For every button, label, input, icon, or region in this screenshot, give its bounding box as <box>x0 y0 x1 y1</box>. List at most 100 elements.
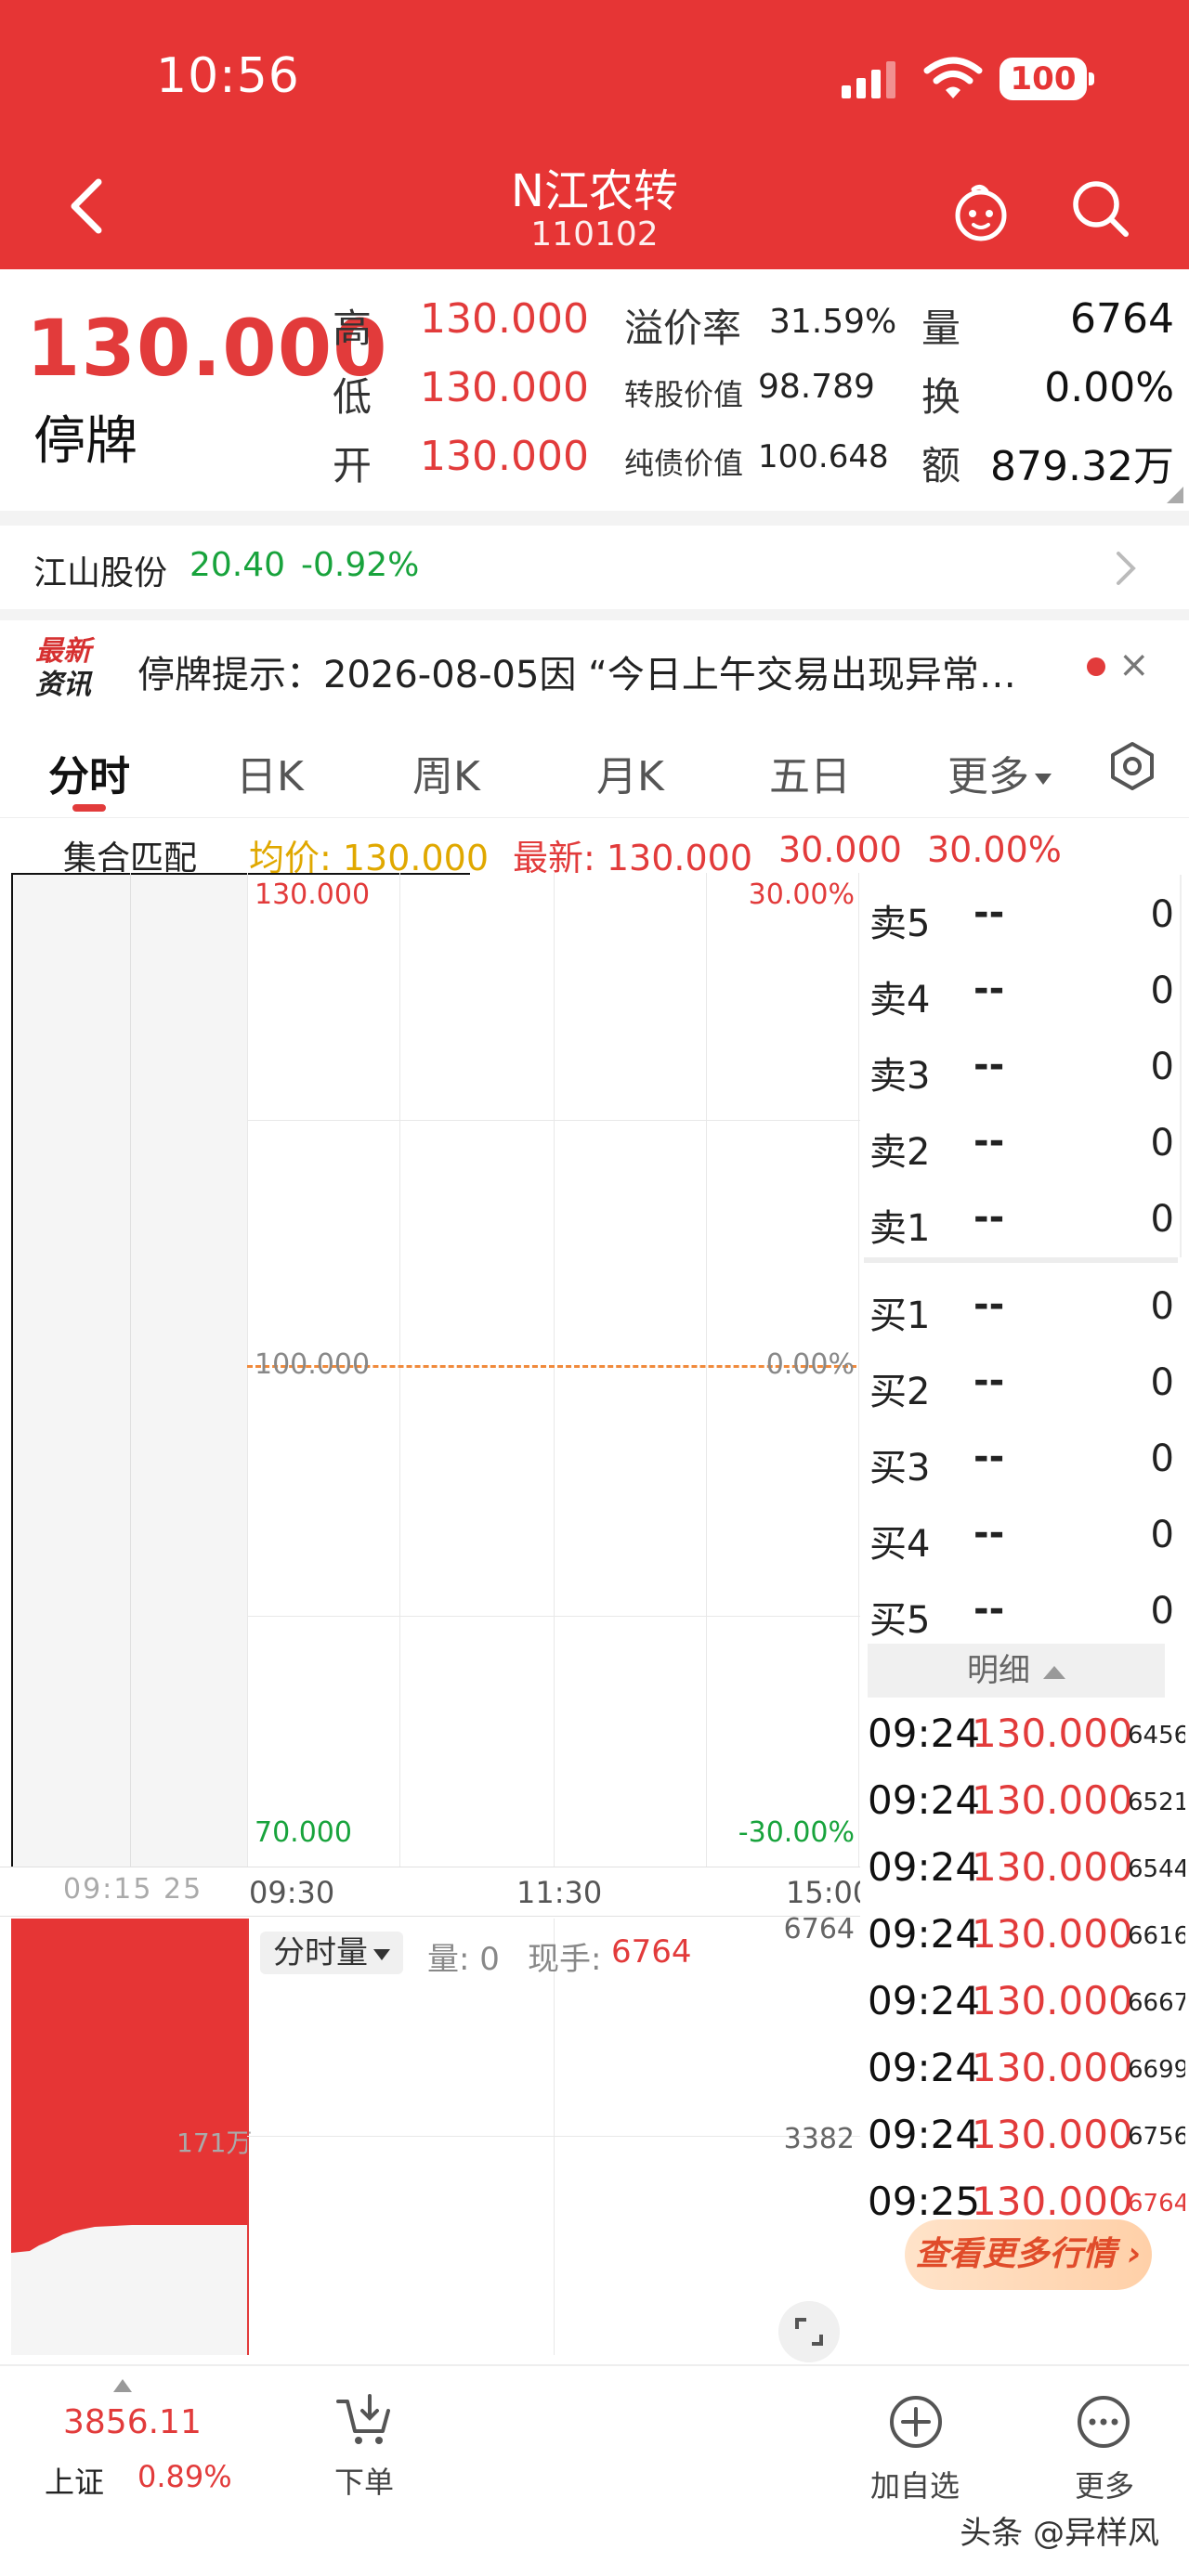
order-cart-icon[interactable] <box>334 2390 394 2450</box>
index-value[interactable]: 3856.11 <box>63 2403 202 2441</box>
tick-row: 09:24 130.000 6616 <box>868 1911 1185 1957</box>
caret-up-icon <box>113 2379 132 2392</box>
time-label-midday: 11:30 <box>516 1875 603 1910</box>
grid-line <box>554 873 555 1867</box>
close-icon[interactable]: × <box>1118 646 1150 683</box>
divider <box>0 511 1189 526</box>
search-icon[interactable] <box>1070 178 1131 240</box>
auction-panel <box>11 873 247 1867</box>
buy-row[interactable]: 买2 -- 0 <box>864 1343 1178 1417</box>
underlying-stock-row[interactable]: 江山股份 20.40 -0.92% <box>0 526 1189 609</box>
top-header: 10:56 100 N江农转 110102 <box>0 0 1189 269</box>
buy-orders: 买1 -- 0 买2 -- 0 买3 -- 0 买4 -- 0 买5 -- 0 <box>864 1267 1178 1653</box>
add-watchlist-icon[interactable] <box>886 2392 946 2452</box>
wifi-icon <box>923 57 983 98</box>
sell-row[interactable]: 卖1 -- 0 <box>864 1179 1178 1254</box>
amount-label: 额 <box>921 443 961 488</box>
time-axis: 09:15 25 09:30 11:30 15:00 <box>0 1867 871 1917</box>
buy-row[interactable]: 买1 -- 0 <box>864 1267 1178 1341</box>
high-value: 130.000 <box>420 295 589 343</box>
open-value: 130.000 <box>420 433 589 480</box>
volume-panel: 171万 分时量 量: 0 现手: 6764 6764 3382 <box>0 1913 860 2362</box>
intraday-chart[interactable]: 130.000 100.000 70.000 30.00% 0.00% -30.… <box>0 873 871 2362</box>
assistant-robot-icon[interactable] <box>949 182 1013 241</box>
price-change: 30.000 <box>778 829 902 870</box>
cellular-signal-icon <box>842 61 895 98</box>
time-label-close: 15:00 <box>786 1875 872 1910</box>
y-axis-mid: 100.000 <box>255 1348 371 1381</box>
status-time: 10:56 <box>156 48 300 104</box>
chart-info-bar: 集合匹配 均价: 130.000 最新: 130.000 30.000 30.0… <box>0 817 1189 878</box>
tab-weekly-k[interactable]: 周K <box>412 743 480 802</box>
stock-name: 江山股份 <box>33 554 168 592</box>
volume-label: 量 <box>921 306 961 351</box>
y-axis-top: 130.000 <box>255 878 371 911</box>
auction-time-label: 09:15 25 <box>63 1873 203 1906</box>
stock-price: 20.40 <box>189 546 286 584</box>
buy-row[interactable]: 买4 -- 0 <box>864 1495 1178 1569</box>
tick-row: 09:24 130.000 6756 <box>868 2112 1185 2157</box>
view-more-quotes-button[interactable]: 查看更多行情 › <box>905 2219 1152 2290</box>
battery-icon: 100 <box>1000 58 1094 100</box>
more-label[interactable]: 更多 <box>1063 2463 1146 2505</box>
open-label: 开 <box>333 443 372 488</box>
percent-change: 30.00% <box>927 829 1062 870</box>
premium-label: 溢价率 <box>624 306 742 351</box>
book-divider <box>864 1257 1178 1263</box>
pct-axis-top: 30.00% <box>748 878 855 911</box>
tick-row: 09:24 130.000 6667 <box>868 1978 1185 2023</box>
sell-row[interactable]: 卖4 -- 0 <box>864 951 1178 1025</box>
tab-intraday[interactable]: 分时 <box>48 743 130 802</box>
index-name: 上证 <box>45 2465 105 2500</box>
sell-row[interactable]: 卖5 -- 0 <box>864 875 1178 949</box>
grid-line <box>706 873 707 1867</box>
trade-ticks[interactable]: 09:24 130.000 6456 09:24 130.000 6521 09:24 1… <box>864 1698 1185 2218</box>
sell-row[interactable]: 卖3 -- 0 <box>864 1027 1178 1101</box>
sell-orders: 卖5 -- 0 卖4 -- 0 卖3 -- 0 卖2 -- 0 卖1 -- 0 <box>864 875 1178 1261</box>
settings-hexagon-icon[interactable] <box>1107 741 1157 791</box>
bond-value-label: 纯债价值 <box>624 446 744 481</box>
turnover-value: 0.00% <box>1044 364 1174 411</box>
sell-row[interactable]: 卖2 -- 0 <box>864 1103 1178 1177</box>
buy-row[interactable]: 买3 -- 0 <box>864 1419 1178 1493</box>
chart-top-underline <box>247 873 470 875</box>
premium-value: 31.59% <box>769 303 897 341</box>
buy-row[interactable]: 买5 -- 0 <box>864 1571 1178 1646</box>
volume-type-dropdown[interactable]: 分时量 <box>260 1932 403 1974</box>
tab-more[interactable]: 更多 <box>947 743 1052 802</box>
conversion-value-label: 转股价值 <box>624 377 744 412</box>
caret-down-icon <box>373 1948 390 1960</box>
amount-value: 879.32万 <box>990 443 1174 490</box>
tick-row: 09:24 130.000 6456 <box>868 1711 1185 1756</box>
grid-line <box>130 873 131 1867</box>
trade-detail-toggle[interactable]: 明细 <box>868 1644 1165 1698</box>
tick-row: 09:24 130.000 6544 <box>868 1844 1185 1890</box>
pct-axis-mid: 0.00% <box>765 1348 855 1381</box>
news-text[interactable]: 停牌提示：2026-08-05因 “今日上午交易出现异常… <box>137 644 1048 698</box>
tab-monthly-k[interactable]: 月K <box>596 743 664 802</box>
order-label[interactable]: 下单 <box>321 2459 407 2502</box>
grid-line <box>554 1919 555 2355</box>
watermark: 头条 @异样风 <box>960 2515 1159 2552</box>
more-icon[interactable] <box>1074 2392 1133 2452</box>
add-watchlist-label[interactable]: 加自选 <box>864 2463 966 2505</box>
caret-down-icon <box>1035 774 1052 785</box>
chevron-right-icon <box>1117 552 1136 585</box>
tick-row: 09:24 130.000 6699 <box>868 2045 1185 2090</box>
current-hand-label: 现手: <box>528 1941 602 1978</box>
news-logo: 最新 资讯 <box>35 635 91 701</box>
tab-five-day[interactable]: 五日 <box>769 743 851 802</box>
fullscreen-icon[interactable] <box>778 2301 840 2362</box>
volume-axis-half: 3382 <box>783 2123 855 2155</box>
news-banner[interactable]: 最新 资讯 停牌提示：2026-08-05因 “今日上午交易出现异常… × <box>0 620 1189 713</box>
expand-corner-icon[interactable] <box>1167 487 1183 503</box>
auction-volume-label: 171万 <box>176 2127 253 2158</box>
tick-row: 09:25 130.000 6764 <box>868 2179 1185 2218</box>
order-book: 卖5 -- 0 卖4 -- 0 卖3 -- 0 卖2 -- 0 卖1 -- 0 买1 -- 0 买2 --… <box>860 873 1189 2359</box>
current-hand-value: 6764 <box>611 1933 692 1971</box>
unread-dot <box>1087 657 1105 676</box>
low-value: 130.000 <box>420 364 589 411</box>
y-axis-bottom: 70.000 <box>255 1816 352 1849</box>
conversion-value: 98.789 <box>758 368 875 406</box>
tab-daily-k[interactable]: 日K <box>236 743 304 802</box>
